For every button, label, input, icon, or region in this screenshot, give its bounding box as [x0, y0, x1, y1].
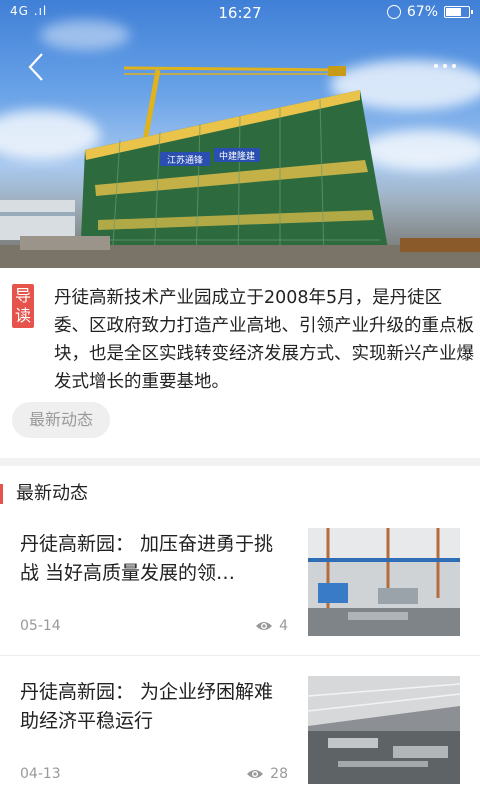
- more-icon: [434, 64, 438, 68]
- sign-right: 中建隆建: [219, 150, 255, 162]
- rotation-lock-icon: [386, 5, 401, 19]
- latest-news-chip[interactable]: 最新动态: [12, 402, 110, 438]
- views-count: 28: [270, 766, 288, 782]
- building-illustration: 江苏通锋 中建隆建: [0, 66, 480, 268]
- hero-image: 江苏通锋 中建隆建 4G .ıl 16:27 67%: [0, 0, 480, 268]
- battery-percent: 67%: [406, 4, 438, 20]
- news-thumbnail: [308, 676, 460, 784]
- eye-icon: [256, 622, 273, 630]
- intro-text: 丹徒高新技术产业园成立于2008年5月，是丹徒区委、区政府致力打造产业高地、引领…: [54, 288, 474, 392]
- section-title: 最新动态: [0, 482, 88, 506]
- status-bar: 4G .ıl 16:27 67%: [0, 0, 480, 26]
- more-button[interactable]: [428, 58, 462, 74]
- news-views: 28: [246, 766, 288, 782]
- news-thumbnail: [308, 528, 460, 636]
- news-date: 04-13: [20, 766, 61, 782]
- intro-tag: 导读: [12, 284, 34, 328]
- news-views: 4: [255, 618, 288, 634]
- views-count: 4: [279, 618, 288, 634]
- news-item[interactable]: 丹徒高新园： 加压奋进勇于挑战 当好高质量发展的领… 05-14 4: [0, 528, 480, 668]
- eye-icon: [247, 770, 264, 778]
- news-date: 05-14: [20, 618, 61, 634]
- sign-left: 江苏通锋: [167, 154, 203, 166]
- news-title: 丹徒高新园： 为企业纾困解难 助经济平稳运行: [20, 681, 274, 732]
- section-divider: [0, 458, 480, 466]
- battery-icon: [444, 6, 473, 18]
- back-icon: [28, 53, 43, 81]
- news-item[interactable]: 丹徒高新园： 为企业纾困解难 助经济平稳运行 04-13 28: [0, 676, 480, 800]
- news-title: 丹徒高新园： 加压奋进勇于挑战 当好高质量发展的领…: [20, 533, 274, 584]
- row-separator: [0, 655, 480, 656]
- status-right: 67%: [386, 4, 473, 20]
- back-button[interactable]: [22, 50, 52, 84]
